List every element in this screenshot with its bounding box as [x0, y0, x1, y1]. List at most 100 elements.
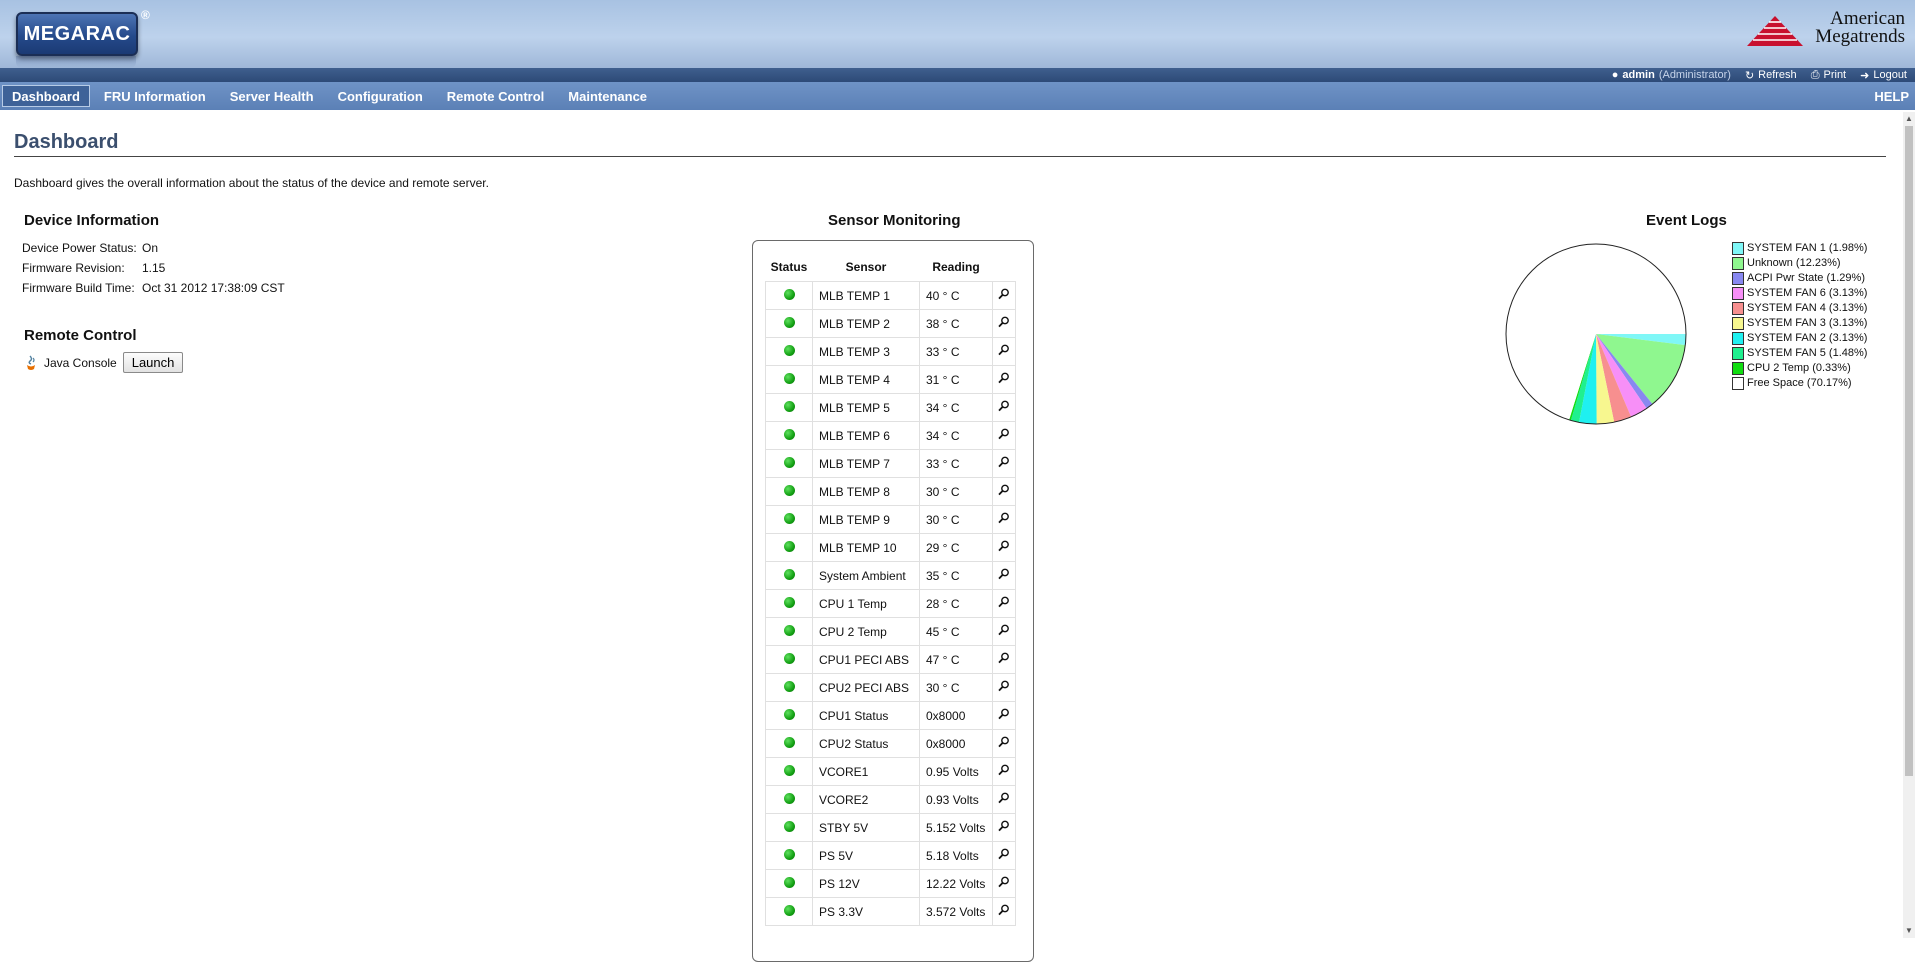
status-ok-icon: [783, 680, 795, 692]
sensor-reading: 5.152 Volts: [919, 813, 993, 842]
sensor-row: MLB TEMP 6 34 ° C: [765, 421, 1016, 450]
status-ok-icon: [783, 736, 795, 748]
sensor-row: MLB TEMP 5 34 ° C: [765, 393, 1016, 422]
sensor-detail-button[interactable]: [992, 897, 1016, 926]
sensor-row: CPU 2 Temp 45 ° C: [765, 617, 1016, 646]
sensor-reading: 0x8000: [919, 729, 993, 758]
firmware-build-time-label: Firmware Build Time:: [22, 281, 135, 295]
sensor-row: PS 3.3V 3.572 Volts: [765, 897, 1016, 926]
sensor-detail-button[interactable]: [992, 729, 1016, 758]
magnifier-icon: [998, 792, 1009, 804]
sensor-status: [765, 589, 813, 618]
sensor-detail-button[interactable]: [992, 673, 1016, 702]
power-status-value: On: [142, 241, 159, 255]
sensor-reading: 0.93 Volts: [919, 785, 993, 814]
sensor-detail-button[interactable]: [992, 645, 1016, 674]
sensor-row: CPU 1 Temp 28 ° C: [765, 589, 1016, 618]
sensor-detail-button[interactable]: [992, 813, 1016, 842]
pie-chart-svg: [1505, 243, 1687, 425]
sensor-detail-button[interactable]: [992, 701, 1016, 730]
page-description: Dashboard gives the overall information …: [14, 176, 489, 190]
magnifier-icon: [998, 708, 1009, 720]
magnifier-icon: [998, 904, 1009, 916]
sensor-detail-button[interactable]: [992, 617, 1016, 646]
status-ok-icon: [783, 400, 795, 412]
sensor-detail-button[interactable]: [992, 561, 1016, 590]
sensor-detail-button[interactable]: [992, 757, 1016, 786]
print-link[interactable]: ⎙ Print: [1811, 69, 1846, 82]
legend-item: SYSTEM FAN 1 (1.98%): [1732, 241, 1867, 256]
user-info: ● admin (Administrator): [1612, 69, 1731, 81]
sensor-detail-button[interactable]: [992, 281, 1016, 310]
scroll-up-arrow-icon[interactable]: ▲: [1903, 114, 1915, 124]
sensor-status: [765, 449, 813, 478]
magnifier-icon: [998, 540, 1009, 552]
sensor-name: PS 5V: [812, 841, 920, 870]
sensor-reading: 0.95 Volts: [919, 757, 993, 786]
page-scrollbar[interactable]: ▲ ▼: [1903, 112, 1915, 938]
sensor-detail-button[interactable]: [992, 841, 1016, 870]
sensor-reading: 0x8000: [919, 701, 993, 730]
sensor-detail-button[interactable]: [992, 477, 1016, 506]
sensor-detail-button[interactable]: [992, 785, 1016, 814]
sensor-status: [765, 477, 813, 506]
sensor-status: [765, 365, 813, 394]
sensor-status: [765, 645, 813, 674]
sensor-name: CPU 1 Temp: [812, 589, 920, 618]
sensor-detail-button[interactable]: [992, 309, 1016, 338]
sensor-name: MLB TEMP 5: [812, 393, 920, 422]
magnifier-icon: [998, 652, 1009, 664]
nav-dashboard[interactable]: Dashboard: [2, 85, 90, 107]
main-nav: Dashboard FRU Information Server Health …: [0, 82, 1915, 110]
java-console-label: Java Console: [44, 355, 117, 370]
sensor-reading: 35 ° C: [919, 561, 993, 590]
refresh-link[interactable]: ↻ Refresh: [1745, 69, 1797, 82]
sensor-reading: 29 ° C: [919, 533, 993, 562]
sensor-name: MLB TEMP 6: [812, 421, 920, 450]
sensor-detail-button[interactable]: [992, 505, 1016, 534]
power-status-label: Device Power Status:: [22, 241, 137, 255]
sensor-detail-button[interactable]: [992, 337, 1016, 366]
sensor-reading: 28 ° C: [919, 589, 993, 618]
sensor-reading: 3.572 Volts: [919, 897, 993, 926]
sensor-name: CPU2 PECI ABS: [812, 673, 920, 702]
nav-fru-information[interactable]: FRU Information: [92, 82, 218, 110]
sensor-reading: 5.18 Volts: [919, 841, 993, 870]
sensor-status: [765, 673, 813, 702]
sensor-name: CPU2 Status: [812, 729, 920, 758]
sensor-reading: 12.22 Volts: [919, 869, 993, 898]
sensor-name: MLB TEMP 1: [812, 281, 920, 310]
print-label: Print: [1823, 69, 1847, 81]
nav-maintenance[interactable]: Maintenance: [556, 82, 659, 110]
magnifier-icon: [998, 680, 1009, 692]
status-ok-icon: [783, 764, 795, 776]
sensor-detail-button[interactable]: [992, 421, 1016, 450]
legend-swatch: [1732, 347, 1744, 360]
sensor-reading: 30 ° C: [919, 505, 993, 534]
nav-server-health[interactable]: Server Health: [218, 82, 326, 110]
sensor-detail-button[interactable]: [992, 393, 1016, 422]
sensor-table-body: MLB TEMP 1 40 ° C MLB TEMP 2 38 ° C MLB TEMP…: [765, 281, 1016, 926]
nav-remote-control[interactable]: Remote Control: [435, 82, 557, 110]
status-ok-icon: [783, 428, 795, 440]
sensor-detail-button[interactable]: [992, 365, 1016, 394]
scrollbar-thumb[interactable]: [1905, 126, 1913, 776]
launch-button[interactable]: Launch: [122, 352, 184, 373]
sensor-status: [765, 701, 813, 730]
sensor-row: MLB TEMP 2 38 ° C: [765, 309, 1016, 338]
sensor-detail-button[interactable]: [992, 449, 1016, 478]
sensor-row: CPU1 PECI ABS 47 ° C: [765, 645, 1016, 674]
logout-link[interactable]: ➜ Logout: [1860, 69, 1907, 82]
sensor-detail-button[interactable]: [992, 533, 1016, 562]
scroll-down-arrow-icon[interactable]: ▼: [1903, 926, 1915, 936]
nav-configuration[interactable]: Configuration: [326, 82, 435, 110]
magnifier-icon: [998, 568, 1009, 580]
sensor-detail-button[interactable]: [992, 589, 1016, 618]
device-info: Device Power Status: On Firmware Revisio…: [22, 238, 285, 298]
legend-label: SYSTEM FAN 2 (3.13%): [1747, 332, 1868, 344]
sensor-row: MLB TEMP 8 30 ° C: [765, 477, 1016, 506]
legend-swatch: [1732, 377, 1744, 390]
help-link[interactable]: HELP: [1862, 82, 1915, 110]
col-reading: Reading: [932, 260, 980, 274]
sensor-detail-button[interactable]: [992, 869, 1016, 898]
